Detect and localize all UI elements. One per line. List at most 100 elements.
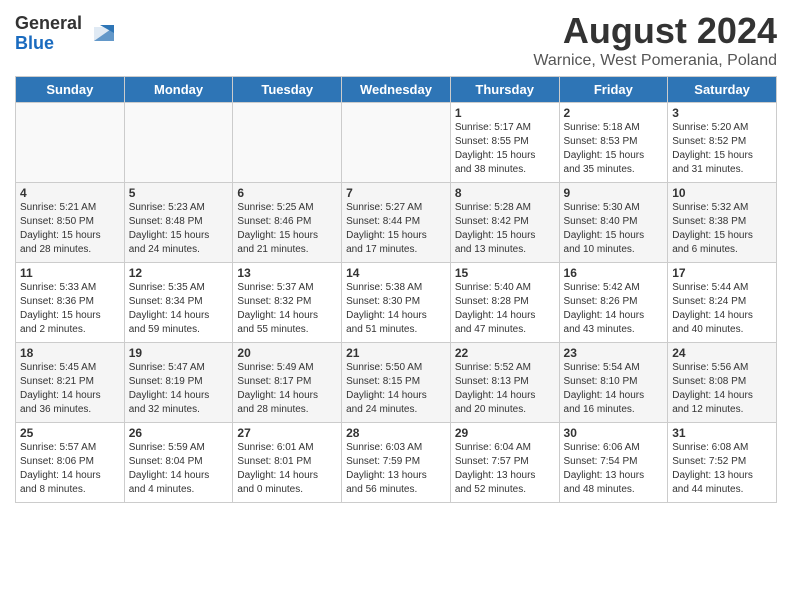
day-number: 9: [564, 186, 664, 200]
calendar-cell: 16Sunrise: 5:42 AM Sunset: 8:26 PM Dayli…: [559, 263, 668, 343]
calendar-cell: 12Sunrise: 5:35 AM Sunset: 8:34 PM Dayli…: [124, 263, 233, 343]
calendar-week-row: 1Sunrise: 5:17 AM Sunset: 8:55 PM Daylig…: [16, 103, 777, 183]
calendar-cell: 6Sunrise: 5:25 AM Sunset: 8:46 PM Daylig…: [233, 183, 342, 263]
day-info: Sunrise: 6:01 AM Sunset: 8:01 PM Dayligh…: [237, 441, 337, 497]
logo: General Blue: [15, 14, 116, 54]
calendar-cell: 10Sunrise: 5:32 AM Sunset: 8:38 PM Dayli…: [668, 183, 777, 263]
day-info: Sunrise: 5:44 AM Sunset: 8:24 PM Dayligh…: [672, 281, 772, 337]
calendar-cell: 25Sunrise: 5:57 AM Sunset: 8:06 PM Dayli…: [16, 423, 125, 503]
weekday-header: Friday: [559, 77, 668, 103]
calendar-cell: [124, 103, 233, 183]
day-number: 27: [237, 426, 337, 440]
day-info: Sunrise: 5:30 AM Sunset: 8:40 PM Dayligh…: [564, 201, 664, 257]
calendar-cell: 7Sunrise: 5:27 AM Sunset: 8:44 PM Daylig…: [342, 183, 451, 263]
day-number: 6: [237, 186, 337, 200]
logo-general-text: General: [15, 14, 82, 34]
logo-icon: [86, 19, 116, 49]
calendar-table: SundayMondayTuesdayWednesdayThursdayFrid…: [15, 76, 777, 503]
day-number: 17: [672, 266, 772, 280]
day-number: 5: [129, 186, 229, 200]
calendar-title: August 2024: [533, 10, 777, 52]
day-number: 23: [564, 346, 664, 360]
day-number: 29: [455, 426, 555, 440]
calendar-cell: [16, 103, 125, 183]
weekday-header: Saturday: [668, 77, 777, 103]
calendar-cell: 8Sunrise: 5:28 AM Sunset: 8:42 PM Daylig…: [450, 183, 559, 263]
weekday-header: Monday: [124, 77, 233, 103]
day-info: Sunrise: 5:33 AM Sunset: 8:36 PM Dayligh…: [20, 281, 120, 337]
calendar-week-row: 18Sunrise: 5:45 AM Sunset: 8:21 PM Dayli…: [16, 343, 777, 423]
calendar-cell: 19Sunrise: 5:47 AM Sunset: 8:19 PM Dayli…: [124, 343, 233, 423]
day-number: 16: [564, 266, 664, 280]
calendar-cell: 23Sunrise: 5:54 AM Sunset: 8:10 PM Dayli…: [559, 343, 668, 423]
day-number: 13: [237, 266, 337, 280]
calendar-cell: 14Sunrise: 5:38 AM Sunset: 8:30 PM Dayli…: [342, 263, 451, 343]
day-number: 12: [129, 266, 229, 280]
day-number: 2: [564, 106, 664, 120]
day-info: Sunrise: 5:54 AM Sunset: 8:10 PM Dayligh…: [564, 361, 664, 417]
day-number: 25: [20, 426, 120, 440]
calendar-cell: 17Sunrise: 5:44 AM Sunset: 8:24 PM Dayli…: [668, 263, 777, 343]
day-info: Sunrise: 5:57 AM Sunset: 8:06 PM Dayligh…: [20, 441, 120, 497]
day-number: 8: [455, 186, 555, 200]
calendar-cell: 24Sunrise: 5:56 AM Sunset: 8:08 PM Dayli…: [668, 343, 777, 423]
day-info: Sunrise: 5:56 AM Sunset: 8:08 PM Dayligh…: [672, 361, 772, 417]
calendar-cell: 20Sunrise: 5:49 AM Sunset: 8:17 PM Dayli…: [233, 343, 342, 423]
title-area: August 2024 Warnice, West Pomerania, Pol…: [533, 10, 777, 70]
day-info: Sunrise: 5:38 AM Sunset: 8:30 PM Dayligh…: [346, 281, 446, 337]
calendar-cell: 2Sunrise: 5:18 AM Sunset: 8:53 PM Daylig…: [559, 103, 668, 183]
calendar-cell: 13Sunrise: 5:37 AM Sunset: 8:32 PM Dayli…: [233, 263, 342, 343]
day-info: Sunrise: 6:03 AM Sunset: 7:59 PM Dayligh…: [346, 441, 446, 497]
day-info: Sunrise: 5:35 AM Sunset: 8:34 PM Dayligh…: [129, 281, 229, 337]
calendar-cell: 30Sunrise: 6:06 AM Sunset: 7:54 PM Dayli…: [559, 423, 668, 503]
day-info: Sunrise: 5:50 AM Sunset: 8:15 PM Dayligh…: [346, 361, 446, 417]
day-info: Sunrise: 5:25 AM Sunset: 8:46 PM Dayligh…: [237, 201, 337, 257]
day-number: 14: [346, 266, 446, 280]
calendar-cell: [342, 103, 451, 183]
weekday-header: Wednesday: [342, 77, 451, 103]
calendar-week-row: 25Sunrise: 5:57 AM Sunset: 8:06 PM Dayli…: [16, 423, 777, 503]
day-number: 15: [455, 266, 555, 280]
calendar-cell: 4Sunrise: 5:21 AM Sunset: 8:50 PM Daylig…: [16, 183, 125, 263]
calendar-cell: 11Sunrise: 5:33 AM Sunset: 8:36 PM Dayli…: [16, 263, 125, 343]
calendar-cell: 26Sunrise: 5:59 AM Sunset: 8:04 PM Dayli…: [124, 423, 233, 503]
calendar-cell: 27Sunrise: 6:01 AM Sunset: 8:01 PM Dayli…: [233, 423, 342, 503]
calendar-cell: 15Sunrise: 5:40 AM Sunset: 8:28 PM Dayli…: [450, 263, 559, 343]
calendar-subtitle: Warnice, West Pomerania, Poland: [533, 52, 777, 70]
calendar-cell: 3Sunrise: 5:20 AM Sunset: 8:52 PM Daylig…: [668, 103, 777, 183]
calendar-cell: 18Sunrise: 5:45 AM Sunset: 8:21 PM Dayli…: [16, 343, 125, 423]
header: General Blue August 2024 Warnice, West P…: [15, 10, 777, 70]
day-number: 1: [455, 106, 555, 120]
day-info: Sunrise: 5:47 AM Sunset: 8:19 PM Dayligh…: [129, 361, 229, 417]
calendar-week-row: 11Sunrise: 5:33 AM Sunset: 8:36 PM Dayli…: [16, 263, 777, 343]
weekday-header: Sunday: [16, 77, 125, 103]
day-number: 30: [564, 426, 664, 440]
day-info: Sunrise: 5:40 AM Sunset: 8:28 PM Dayligh…: [455, 281, 555, 337]
day-info: Sunrise: 6:04 AM Sunset: 7:57 PM Dayligh…: [455, 441, 555, 497]
day-number: 3: [672, 106, 772, 120]
day-number: 24: [672, 346, 772, 360]
calendar-cell: 5Sunrise: 5:23 AM Sunset: 8:48 PM Daylig…: [124, 183, 233, 263]
day-number: 20: [237, 346, 337, 360]
day-number: 10: [672, 186, 772, 200]
day-info: Sunrise: 5:42 AM Sunset: 8:26 PM Dayligh…: [564, 281, 664, 337]
day-info: Sunrise: 5:27 AM Sunset: 8:44 PM Dayligh…: [346, 201, 446, 257]
calendar-cell: 21Sunrise: 5:50 AM Sunset: 8:15 PM Dayli…: [342, 343, 451, 423]
day-number: 31: [672, 426, 772, 440]
day-number: 7: [346, 186, 446, 200]
day-number: 11: [20, 266, 120, 280]
day-number: 19: [129, 346, 229, 360]
day-number: 4: [20, 186, 120, 200]
day-number: 22: [455, 346, 555, 360]
day-info: Sunrise: 5:37 AM Sunset: 8:32 PM Dayligh…: [237, 281, 337, 337]
calendar-cell: 31Sunrise: 6:08 AM Sunset: 7:52 PM Dayli…: [668, 423, 777, 503]
day-info: Sunrise: 5:28 AM Sunset: 8:42 PM Dayligh…: [455, 201, 555, 257]
day-number: 26: [129, 426, 229, 440]
calendar-cell: 28Sunrise: 6:03 AM Sunset: 7:59 PM Dayli…: [342, 423, 451, 503]
calendar-cell: 22Sunrise: 5:52 AM Sunset: 8:13 PM Dayli…: [450, 343, 559, 423]
weekday-header: Tuesday: [233, 77, 342, 103]
day-info: Sunrise: 6:06 AM Sunset: 7:54 PM Dayligh…: [564, 441, 664, 497]
header-row: SundayMondayTuesdayWednesdayThursdayFrid…: [16, 77, 777, 103]
day-number: 28: [346, 426, 446, 440]
day-info: Sunrise: 5:52 AM Sunset: 8:13 PM Dayligh…: [455, 361, 555, 417]
